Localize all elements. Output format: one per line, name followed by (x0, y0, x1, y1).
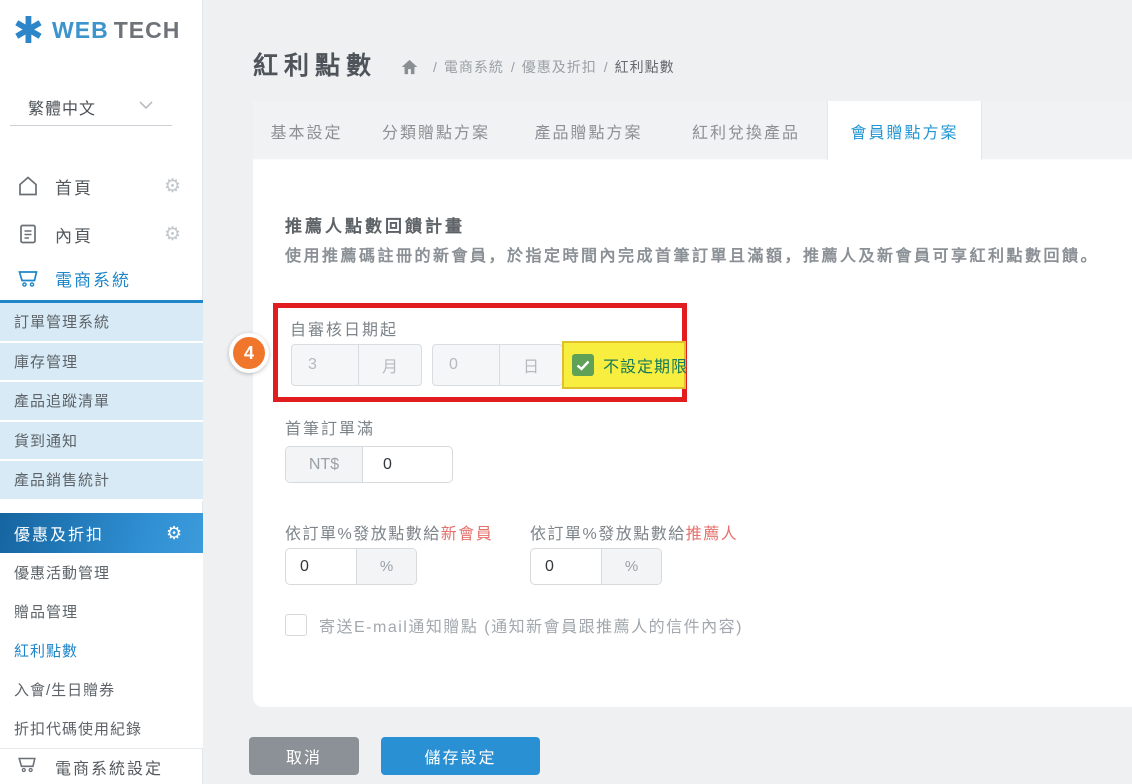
month-input[interactable]: 3 (292, 345, 358, 385)
sidebar-item-ecommerce-settings[interactable]: 電商系統設定 (0, 749, 203, 784)
first-order-amount-input[interactable]: 0 (363, 447, 452, 482)
sidebar-item-sales-stats[interactable]: 產品銷售統計 (0, 461, 203, 501)
day-unit-label: 日 (499, 345, 562, 385)
sidebar-item-order-management[interactable]: 訂單管理系統 (0, 303, 203, 343)
logo-asterisk-icon: ✱ (13, 10, 45, 51)
breadcrumb: / 電商系統 / 優惠及折扣 / 紅利點數 (401, 57, 675, 77)
percent-unit-label: % (356, 549, 416, 584)
review-date-label: 自審核日期起 (290, 322, 399, 339)
tab-category-points[interactable]: 分類贈點方案 (360, 101, 512, 160)
cancel-button[interactable]: 取消 (249, 737, 359, 775)
gear-icon[interactable]: ⚙ (166, 523, 182, 544)
sidebar-item-signup-birthday-coupon[interactable]: 入會/生日贈券 (0, 670, 203, 709)
percent-referrer-label: 依訂單%發放點數給推薦人 (530, 520, 738, 544)
percent-referrer-group: 0 % (530, 548, 662, 585)
breadcrumb-item-discounts[interactable]: 優惠及折扣 (522, 57, 597, 77)
breadcrumb-separator: / (433, 59, 437, 75)
annotation-red-box: 自審核日期起 3 月 0 日 不設定期限 (273, 303, 687, 402)
sidebar-item-inventory[interactable]: 庫存管理 (0, 342, 203, 382)
sidebar-item-ecommerce[interactable]: 電商系統 (0, 256, 203, 303)
percent-new-member-input[interactable]: 0 (286, 549, 356, 584)
sidebar-item-discount-code-history[interactable]: 折扣代碼使用紀錄 (0, 709, 203, 748)
no-limit-checkbox[interactable] (572, 354, 594, 376)
page-title: 紅利點數 (253, 52, 378, 80)
save-settings-button[interactable]: 儲存設定 (381, 737, 540, 775)
language-value: 繁體中文 (28, 100, 97, 118)
email-notify-row: 寄送E-mail通知贈點 (通知新會員跟推薦人的信件內容) (285, 613, 743, 637)
email-notify-label: 寄送E-mail通知贈點 (通知新會員跟推薦人的信件內容) (319, 619, 743, 636)
percent-referrer-input[interactable]: 0 (531, 549, 601, 584)
label-highlight-new-member: 新會員 (440, 526, 494, 543)
percent-unit-label: % (601, 549, 661, 584)
breadcrumb-item-ecommerce[interactable]: 電商系統 (444, 57, 504, 77)
sidebar: ✱ WEB TECH 繁體中文 首頁 ⚙ 內頁 ⚙ 電商系統 訂單管理系統 庫存… (0, 0, 203, 784)
annotation-badge-4: 4 (229, 333, 269, 373)
currency-prefix: NT$ (286, 447, 363, 482)
breadcrumb-separator: / (603, 59, 608, 75)
percent-new-member-group: 0 % (285, 548, 417, 585)
month-unit-label: 月 (358, 345, 421, 385)
tab-basic-settings[interactable]: 基本設定 (253, 101, 360, 160)
sidebar-item-discounts[interactable]: 優惠及折扣 ⚙ (0, 513, 203, 553)
main-area: 紅利點數 / 電商系統 / 優惠及折扣 / 紅利點數 基本設定 分類贈點方案 產… (203, 0, 1132, 784)
percent-new-member-label: 依訂單%發放點數給新會員 (285, 520, 493, 544)
shopping-cart-icon (16, 753, 40, 777)
sidebar-item-restock-notice[interactable]: 貨到通知 (0, 421, 203, 461)
tab-product-points[interactable]: 產品贈點方案 (512, 101, 665, 160)
logo-text-web: WEB (52, 17, 109, 43)
sidebar-item-bonus-points[interactable]: 紅利點數 (0, 631, 203, 670)
logo-text-tech: TECH (113, 17, 181, 43)
language-selector[interactable]: 繁體中文 (10, 88, 172, 126)
document-icon (16, 222, 40, 246)
logo: ✱ WEB TECH (13, 12, 180, 49)
day-input-group: 0 日 (432, 344, 563, 386)
first-order-label: 首筆訂單滿 (285, 421, 376, 438)
gear-icon[interactable]: ⚙ (164, 175, 181, 198)
breadcrumb-separator: / (510, 59, 515, 75)
tab-member-points[interactable]: 會員贈點方案 (827, 101, 982, 160)
label-prefix: 依訂單%發放點數給 (285, 526, 441, 543)
sidebar-item-label: 優惠及折扣 (14, 527, 105, 544)
home-icon[interactable] (401, 59, 418, 75)
first-order-amount-group: NT$ 0 (285, 446, 453, 483)
month-input-group: 3 月 (291, 344, 422, 386)
sidebar-item-inner-page[interactable]: 內頁 ⚙ (0, 210, 203, 258)
sidebar-item-home[interactable]: 首頁 ⚙ (0, 162, 203, 210)
gear-icon[interactable]: ⚙ (164, 223, 181, 246)
discounts-submenu: 優惠活動管理 贈品管理 紅利點數 入會/生日贈券 折扣代碼使用紀錄 (0, 553, 203, 748)
section-heading: 推薦人點數回饋計畫 (285, 217, 465, 236)
section-description: 使用推薦碼註冊的新會員，於指定時間內完成首筆訂單且滿額，推薦人及新會員可享紅利點… (285, 248, 1100, 265)
label-highlight-referrer: 推薦人 (685, 526, 739, 543)
no-limit-highlight: 不設定期限 (562, 341, 689, 389)
sidebar-item-product-tracking[interactable]: 產品追蹤清單 (0, 382, 203, 422)
tab-bar: 基本設定 分類贈點方案 產品贈點方案 紅利兌換產品 會員贈點方案 (253, 101, 1132, 160)
chevron-down-icon (138, 100, 154, 110)
sidebar-item-label: 內頁 (55, 226, 93, 246)
sidebar-item-gift-management[interactable]: 贈品管理 (0, 592, 203, 631)
sidebar-item-promo-management[interactable]: 優惠活動管理 (0, 553, 203, 592)
breadcrumb-item-bonus-points: 紅利點數 (614, 59, 675, 75)
shopping-cart-icon (16, 266, 40, 290)
content-panel: 推薦人點數回饋計畫 使用推薦碼註冊的新會員，於指定時間內完成首筆訂單且滿額，推薦… (253, 160, 1132, 707)
label-prefix: 依訂單%發放點數給 (530, 526, 686, 543)
day-input[interactable]: 0 (433, 345, 499, 385)
tab-redeem-products[interactable]: 紅利兌換產品 (665, 101, 827, 160)
ecommerce-submenu: 訂單管理系統 庫存管理 產品追蹤清單 貨到通知 產品銷售統計 (0, 303, 203, 501)
sidebar-item-label: 電商系統設定 (55, 760, 164, 778)
sidebar-item-label: 電商系統 (55, 270, 131, 290)
home-icon (16, 174, 40, 198)
sidebar-item-label: 首頁 (55, 178, 93, 198)
email-notify-checkbox[interactable] (285, 614, 307, 636)
no-limit-label: 不設定期限 (603, 359, 689, 376)
